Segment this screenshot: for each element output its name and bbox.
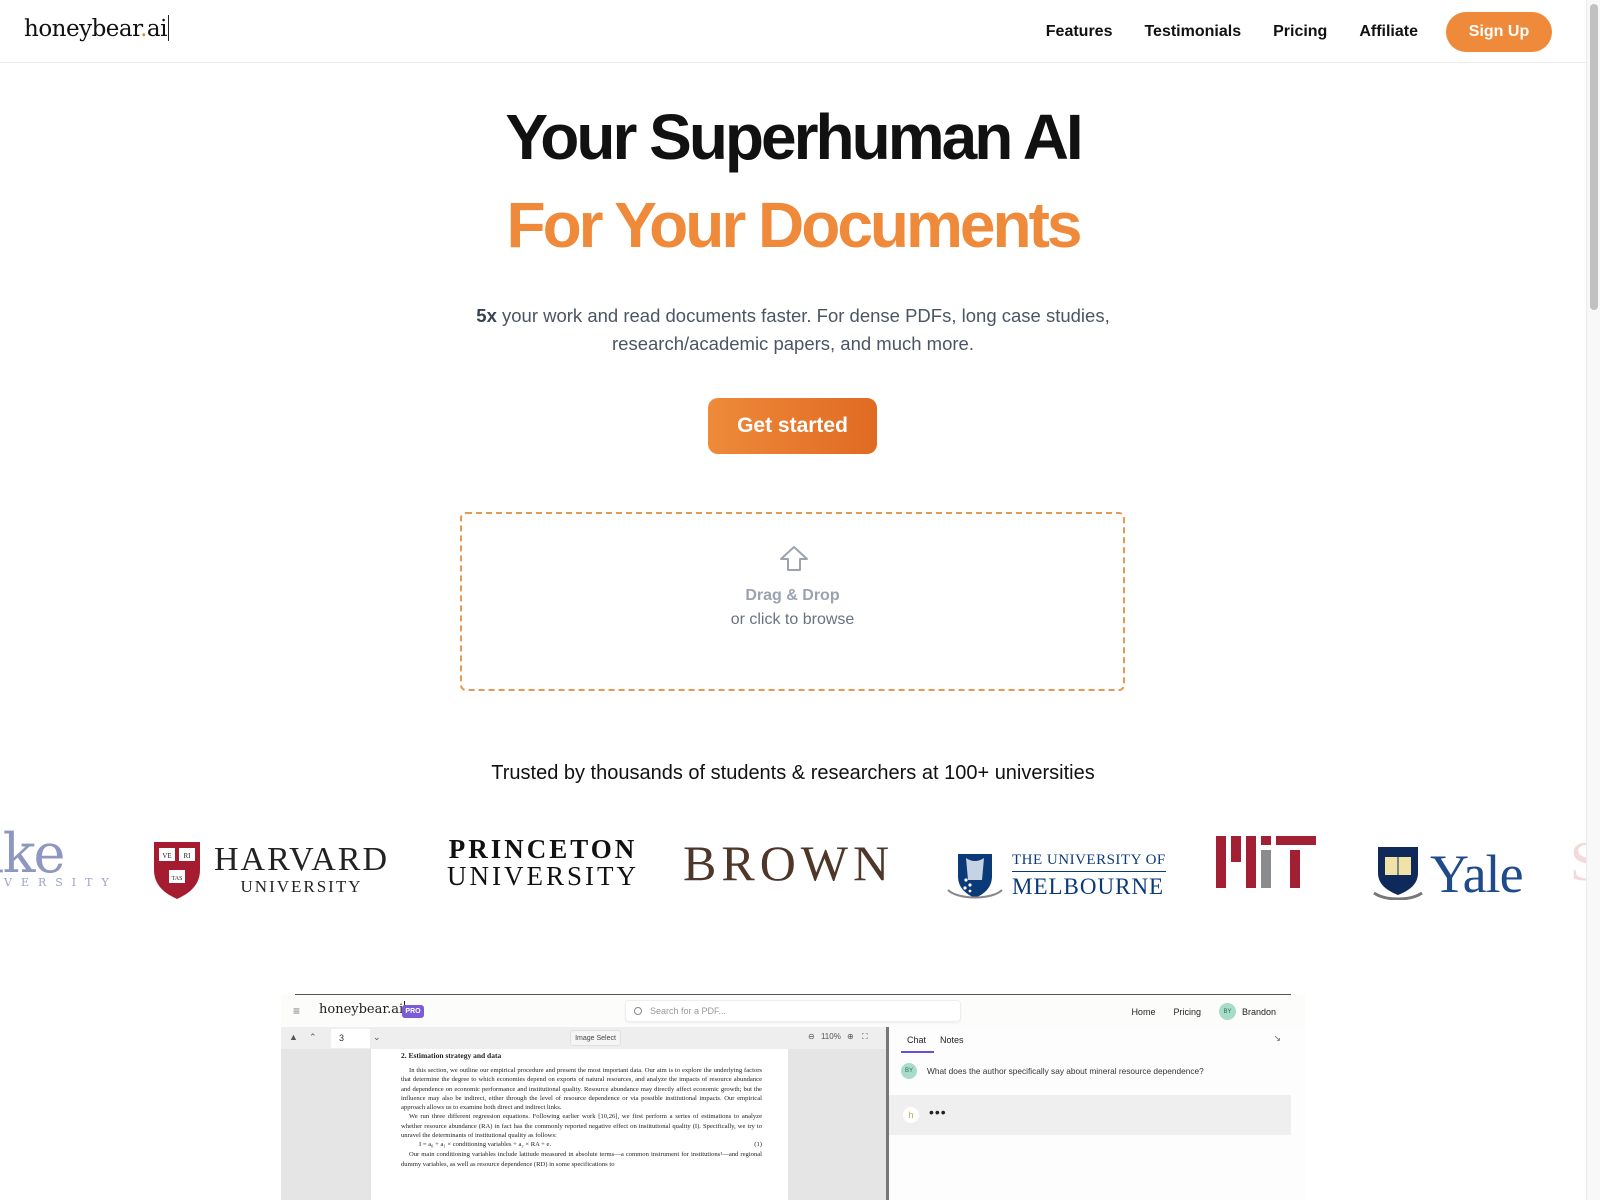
- preview-logo-text: honeybear.ai: [319, 1002, 404, 1017]
- logo-partial: S: [1570, 831, 1586, 893]
- melbourne-words: THE UNIVERSITY OF MELBOURNE: [1012, 852, 1166, 900]
- zoom-controls: ⊖ 110% ⊕ ⛶: [808, 1032, 868, 1042]
- preview-header: ≡ honeybear.ai PRO Search for a PDF... H…: [281, 995, 1305, 1027]
- search-icon: [634, 1007, 642, 1015]
- shield-text-ri: RI: [184, 852, 192, 860]
- melbourne-crest-icon: [947, 854, 1003, 899]
- hero-subtitle-bold: 5x: [476, 305, 497, 326]
- pdf-page: 2. Estimation strategy and data In this …: [371, 1049, 788, 1200]
- scrollbar-thumb[interactable]: [1590, 4, 1598, 310]
- doc-paragraph-2: We run three different regression equati…: [401, 1113, 762, 1140]
- preview-logo: honeybear.ai: [319, 1001, 406, 1017]
- nav-testimonials[interactable]: Testimonials: [1144, 23, 1241, 41]
- logo[interactable]: honeybear.ai: [24, 15, 169, 42]
- upload-arrow-icon: [780, 546, 808, 571]
- doc-equation: I = a₀ + a₁ × conditioning variables + a…: [401, 1140, 762, 1150]
- fullscreen-icon[interactable]: ⛶: [862, 1032, 868, 1041]
- app-preview: ≡ honeybear.ai PRO Search for a PDF... H…: [281, 993, 1305, 1200]
- nav-affiliate[interactable]: Affiliate: [1359, 23, 1418, 41]
- equation-text: I = a₀ + a₁ × conditioning variables + a…: [419, 1141, 552, 1149]
- message-avatar: BY: [901, 1063, 917, 1079]
- dropzone-title: Drag & Drop: [745, 587, 840, 604]
- shield-text-ve: VE: [162, 852, 171, 860]
- page-number-input[interactable]: 3: [331, 1029, 370, 1048]
- dropzone-subtitle: or click to browse: [730, 611, 855, 628]
- bot-avatar: h: [903, 1107, 919, 1123]
- preview-nav-pricing[interactable]: Pricing: [1173, 1007, 1201, 1017]
- harvard-words: HARVARD UNIVERSITY: [214, 843, 389, 897]
- logo-text: honeybear: [24, 16, 141, 42]
- zoom-level: 110%: [820, 1032, 841, 1041]
- preview-search-input[interactable]: Search for a PDF...: [625, 1000, 961, 1022]
- page-scrollbar[interactable]: [1586, 0, 1600, 1200]
- princeton-line1: PRINCETON: [448, 834, 638, 864]
- duke-subtext: VERSITY: [4, 876, 118, 889]
- logo-melbourne: THE UNIVERSITY OF MELBOURNE: [946, 836, 1166, 900]
- logo-dot: .: [140, 16, 147, 42]
- tab-chat[interactable]: Chat: [901, 1033, 935, 1053]
- doc-paragraph-1: In this section, we outline our empirica…: [401, 1067, 762, 1112]
- get-started-button[interactable]: Get started: [708, 398, 877, 454]
- sign-up-button[interactable]: Sign Up: [1446, 12, 1552, 52]
- user-avatar[interactable]: BY: [1218, 1003, 1236, 1020]
- logo-mit: [1216, 836, 1316, 888]
- chat-question: What does the author specifically say ab…: [927, 1066, 1204, 1076]
- logo-brown: BROWN: [683, 835, 895, 891]
- zoom-in-icon[interactable]: ⊕: [847, 1032, 854, 1041]
- user-name[interactable]: Brandon: [1242, 1007, 1276, 1017]
- nav-pricing[interactable]: Pricing: [1273, 23, 1327, 41]
- tab-notes[interactable]: Notes: [934, 1033, 972, 1053]
- logo-duke: uke VERSITY: [0, 826, 118, 900]
- yale-wordmark: Yale: [1430, 844, 1524, 900]
- equation-number: (1): [754, 1141, 762, 1149]
- duke-wordmark: uke: [0, 822, 65, 885]
- harvard-line2: UNIVERSITY: [240, 877, 363, 896]
- melbourne-line1: THE UNIVERSITY OF: [1012, 852, 1166, 872]
- melbourne-line2: MELBOURNE: [1012, 874, 1165, 899]
- text-cursor: [167, 15, 169, 41]
- logo-harvard: VE RI TAS HARVARD UNIVERSITY: [152, 830, 389, 900]
- princeton-line2: UNIVERSITY: [447, 861, 639, 891]
- preview-nav-home[interactable]: Home: [1131, 1007, 1155, 1017]
- logo-princeton: PRINCETON UNIVERSITY: [447, 836, 639, 900]
- zoom-out-icon[interactable]: ⊖: [808, 1032, 815, 1041]
- pro-badge: PRO: [402, 1005, 424, 1018]
- collapse-icon[interactable]: ↘: [1273, 1033, 1281, 1044]
- hero-title-line1: Your Superhuman AI: [505, 101, 1083, 173]
- search-placeholder: Search for a PDF...: [650, 1006, 727, 1016]
- image-select-button[interactable]: Image Select: [570, 1030, 621, 1046]
- chevron-up-icon[interactable]: ⌃: [309, 1032, 317, 1043]
- hero-subtitle-line2: research/academic papers, and much more.: [612, 333, 974, 354]
- typing-indicator: •••: [929, 1104, 947, 1120]
- chat-message-bot: h •••: [889, 1095, 1291, 1135]
- hero-subtitle: 5x your work and read documents faster. …: [0, 302, 1586, 358]
- hero-subtitle-line1: your work and read documents faster. For…: [496, 305, 1110, 326]
- pointer-tool-icon[interactable]: ▲: [289, 1032, 298, 1042]
- top-navigation: honeybear.ai Features Testimonials Prici…: [0, 0, 1586, 63]
- pdf-toolbar: ▲ ⌃ 3 ⌄ Image Select ⊖ 110% ⊕ ⛶: [281, 1027, 886, 1049]
- file-dropzone[interactable]: Drag & Drop or click to browse: [460, 512, 1125, 691]
- logo-yale: Yale: [1372, 834, 1524, 900]
- doc-paragraph-3: Our main conditioning variables include …: [401, 1151, 762, 1168]
- nav-features[interactable]: Features: [1046, 23, 1113, 41]
- preview-nav: Home Pricing BY Brandon: [1131, 1003, 1276, 1020]
- chevron-down-icon[interactable]: ⌄: [373, 1032, 381, 1043]
- logo-suffix: ai: [146, 16, 168, 42]
- yale-shield-icon: [1373, 847, 1423, 900]
- hero-title-line2: For Your Documents: [506, 189, 1082, 261]
- doc-heading: 2. Estimation strategy and data: [401, 1051, 502, 1060]
- nav-links: Features Testimonials Pricing Affiliate …: [1046, 12, 1552, 52]
- trusted-heading: Trusted by thousands of students & resea…: [491, 762, 1095, 784]
- hamburger-menu-icon[interactable]: ≡: [293, 1004, 300, 1018]
- university-logos: uke VERSITY VE RI TAS HARVARD UNIVERSITY…: [0, 820, 1586, 900]
- harvard-shield-icon: VE RI TAS: [154, 842, 200, 899]
- harvard-line1: HARVARD: [214, 841, 390, 878]
- chat-tabs: Chat Notes: [901, 1033, 972, 1053]
- shield-text-tas: TAS: [172, 876, 183, 882]
- chat-message-user: BY What does the author specifically say…: [901, 1063, 1204, 1079]
- chat-panel: Chat Notes ↘ BY What does the author spe…: [889, 1027, 1305, 1200]
